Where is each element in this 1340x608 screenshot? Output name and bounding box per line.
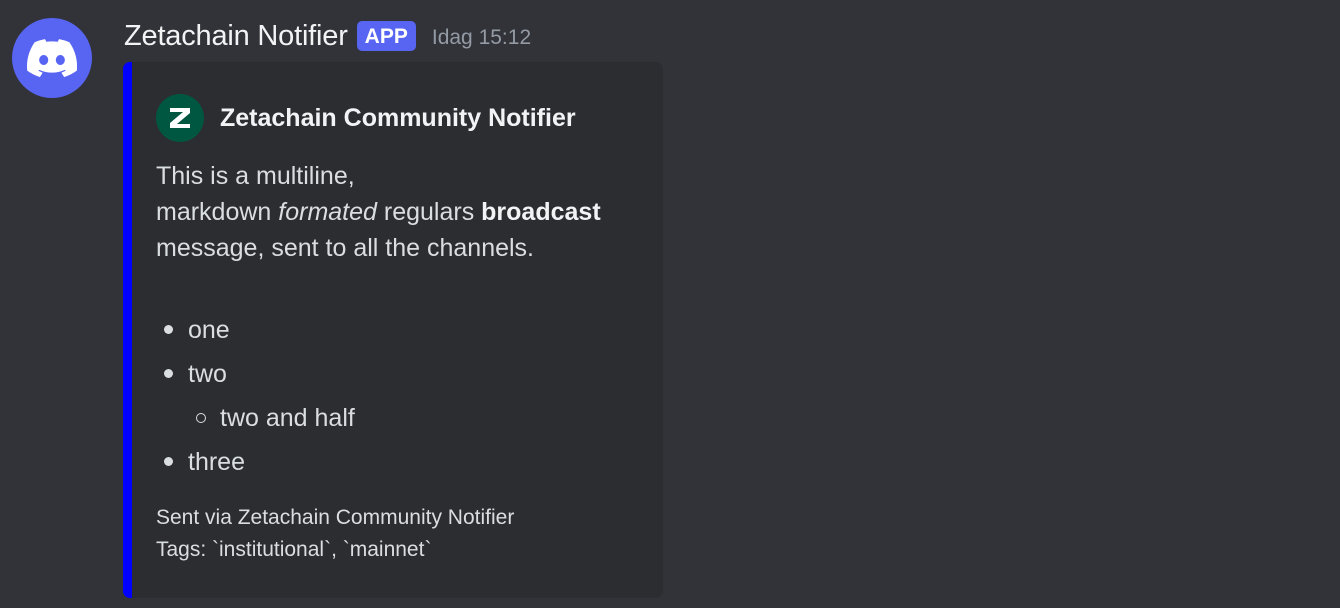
footer-tags: Tags: `institutional`, `mainnet` [156,538,432,561]
app-badge: APP [356,21,416,51]
footer-line: Sent via Zetachain Community Notifier [156,506,515,529]
italic-text: formated [278,198,377,226]
embed-author-name: Zetachain Community Notifier [220,103,576,132]
description-line: markdown formated regulars broadcast [156,198,601,226]
username[interactable]: Zetachain Notifier [124,20,348,53]
bullet-icon [164,325,173,334]
embed-footer: Sent via Zetachain Community Notifier Ta… [156,502,514,566]
hollow-bullet-icon [196,413,206,423]
description-line: This is a multiline, [156,162,355,190]
bullet-icon [164,369,173,378]
embed-author: Zetachain Community Notifier [156,94,576,142]
embed: Zetachain Community Notifier This is a m… [123,62,663,598]
bold-text: broadcast [481,198,601,226]
avatar[interactable] [12,18,92,98]
embed-description: This is a multiline, markdown formated r… [156,158,656,266]
discord-logo-icon [27,39,77,77]
timestamp[interactable]: Idag 15:12 [432,26,531,50]
message-header: Zetachain Notifier APP Idag 15:12 [124,16,531,56]
bullet-icon [164,457,173,466]
description-line: message, sent to all the channels. [156,234,535,262]
zetachain-logo-icon [156,94,204,142]
chat-message: Zetachain Notifier APP Idag 15:12 Zetach… [0,0,1340,608]
